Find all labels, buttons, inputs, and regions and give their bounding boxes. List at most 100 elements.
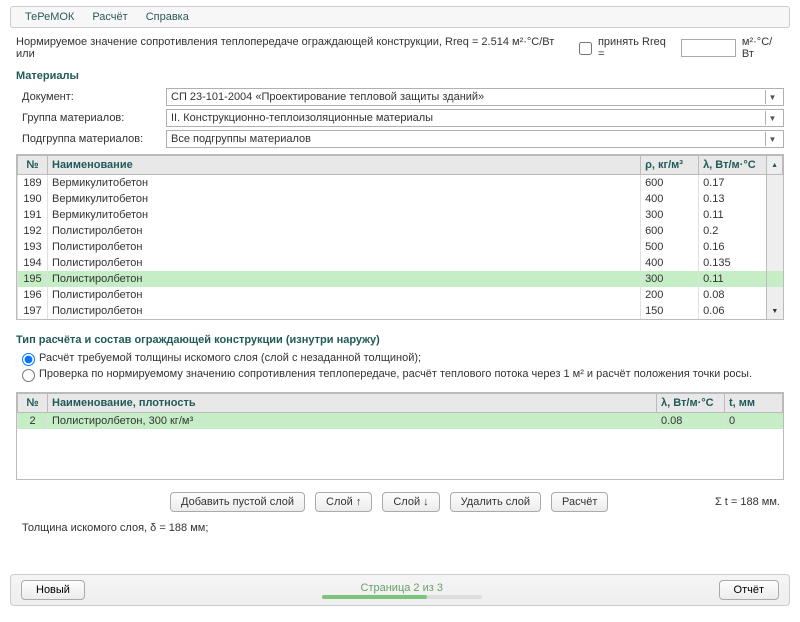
cell-num: 190 [18, 191, 48, 207]
cell-rho: 400 [641, 255, 699, 271]
rreq-line: Нормируемое значение сопротивления тепло… [16, 36, 784, 60]
table-row[interactable]: 194Полистиролбетон4000.135 [18, 255, 783, 271]
menubar: ТеРеМОК Расчёт Справка [10, 6, 790, 28]
layer-up-button[interactable]: Слой ↑ [315, 492, 372, 512]
table-row[interactable]: 191Вермикулитобетон3000.11 [18, 207, 783, 223]
delete-layer-button[interactable]: Удалить слой [450, 492, 541, 512]
layers-table: № Наименование, плотность λ, Вт/м·°С t, … [16, 392, 784, 480]
scrollbar-track[interactable] [767, 223, 783, 239]
cell-rho: 600 [641, 175, 699, 192]
cell-num: 194 [18, 255, 48, 271]
cell-name: Вермикулитобетон [48, 207, 641, 223]
footer-bar: Новый Страница 2 из 3 Отчёт [10, 574, 790, 606]
cell-name: Полистиролбетон, 300 кг/м³ [48, 413, 657, 430]
cell-lambda: 0.135 [699, 255, 767, 271]
document-select[interactable]: СП 23-101-2004 «Проектирование тепловой … [166, 88, 784, 106]
cell-num: 196 [18, 287, 48, 303]
menu-teremok[interactable]: ТеРеМОК [25, 11, 74, 23]
scroll-up-icon[interactable]: ▲ [767, 156, 783, 175]
th-name[interactable]: Наименование [48, 156, 641, 175]
scroll-down-icon[interactable]: ▼ [771, 308, 778, 315]
cell-num: 195 [18, 271, 48, 287]
page-progress [322, 595, 482, 599]
cell-rho: 300 [641, 207, 699, 223]
rreq-unit: м²·°С/Вт [742, 36, 784, 60]
th-lambda[interactable]: λ, Вт/м·°С [699, 156, 767, 175]
cell-lambda: 0.06 [699, 303, 767, 319]
report-button[interactable]: Отчёт [719, 580, 779, 600]
th2-t[interactable]: t, мм [725, 394, 783, 413]
layer-buttons-row: Добавить пустой слой Слой ↑ Слой ↓ Удали… [16, 492, 784, 512]
cell-num: 197 [18, 303, 48, 319]
scrollbar-track[interactable] [767, 239, 783, 255]
cell-rho: 500 [641, 239, 699, 255]
chevron-down-icon: ▼ [765, 132, 779, 146]
calc-section-title: Тип расчёта и состав ограждающей констру… [16, 334, 784, 346]
group-select-value: II. Конструкционно-теплоизоляционные мат… [171, 112, 433, 124]
cell-lambda: 0.08 [699, 287, 767, 303]
cell-lambda: 0.17 [699, 175, 767, 192]
radio-required-thickness[interactable]: Расчёт требуемой толщины искомого слоя (… [22, 352, 784, 366]
scrollbar-track[interactable]: ▼ [767, 303, 783, 319]
cell-num: 191 [18, 207, 48, 223]
cell-lambda: 0.2 [699, 223, 767, 239]
cell-rho: 600 [641, 223, 699, 239]
table-row[interactable]: 190Вермикулитобетон4000.13 [18, 191, 783, 207]
rreq-input[interactable] [681, 39, 736, 57]
cell-lambda: 0.11 [699, 271, 767, 287]
scrollbar-track[interactable] [767, 191, 783, 207]
cell-rho: 300 [641, 271, 699, 287]
table-row[interactable]: 197Полистиролбетон1500.06▼ [18, 303, 783, 319]
table-row[interactable]: 192Полистиролбетон6000.2 [18, 223, 783, 239]
table-row[interactable]: 195Полистиролбетон3000.11 [18, 271, 783, 287]
cell-name: Полистиролбетон [48, 223, 641, 239]
th2-num[interactable]: № [18, 394, 48, 413]
chevron-down-icon: ▼ [765, 90, 779, 104]
sigma-total: Σ t = 188 мм. [715, 496, 780, 508]
radio-required-thickness-input[interactable] [22, 353, 35, 366]
rreq-checkbox[interactable] [579, 42, 592, 55]
th-num[interactable]: № [18, 156, 48, 175]
cell-num: 192 [18, 223, 48, 239]
group-select[interactable]: II. Конструкционно-теплоизоляционные мат… [166, 109, 784, 127]
calc-button[interactable]: Расчёт [551, 492, 608, 512]
scrollbar-track[interactable] [767, 287, 783, 303]
menu-calc[interactable]: Расчёт [92, 11, 127, 23]
materials-table: № Наименование ρ, кг/м³ λ, Вт/м·°С ▲ 189… [16, 154, 784, 320]
th-rho[interactable]: ρ, кг/м³ [641, 156, 699, 175]
cell-num: 193 [18, 239, 48, 255]
cell-name: Полистиролбетон [48, 255, 641, 271]
cell-lambda: 0.08 [657, 413, 725, 430]
th2-lambda[interactable]: λ, Вт/м·°С [657, 394, 725, 413]
page-text: Страница 2 из 3 [361, 582, 443, 594]
cell-lambda: 0.13 [699, 191, 767, 207]
cell-rho: 200 [641, 287, 699, 303]
th2-name[interactable]: Наименование, плотность [48, 394, 657, 413]
scrollbar-track[interactable] [767, 255, 783, 271]
rreq-text: Нормируемое значение сопротивления тепло… [16, 36, 573, 60]
cell-lambda: 0.11 [699, 207, 767, 223]
menu-help[interactable]: Справка [146, 11, 189, 23]
layer-down-button[interactable]: Слой ↓ [382, 492, 439, 512]
table-row[interactable]: 2Полистиролбетон, 300 кг/м³0.080 [18, 413, 783, 430]
chevron-down-icon: ▼ [765, 111, 779, 125]
radio-check-norm[interactable]: Проверка по нормируемому значению сопрот… [22, 368, 784, 382]
radio1-label: Расчёт требуемой толщины искомого слоя (… [39, 352, 421, 364]
cell-name: Вермикулитобетон [48, 175, 641, 192]
label-group: Группа материалов: [16, 112, 166, 124]
cell-t: 0 [725, 413, 783, 430]
add-layer-button[interactable]: Добавить пустой слой [170, 492, 305, 512]
cell-num: 189 [18, 175, 48, 192]
scrollbar-track[interactable] [767, 271, 783, 287]
page-indicator: Страница 2 из 3 [85, 582, 719, 599]
table-row[interactable]: 193Полистиролбетон5000.16 [18, 239, 783, 255]
table-row[interactable]: 189Вермикулитобетон6000.17 [18, 175, 783, 192]
document-select-value: СП 23-101-2004 «Проектирование тепловой … [171, 91, 484, 103]
subgroup-select[interactable]: Все подгруппы материалов ▼ [166, 130, 784, 148]
cell-num: 2 [18, 413, 48, 430]
scrollbar-track[interactable] [767, 207, 783, 223]
scrollbar-track[interactable] [767, 175, 783, 192]
radio-check-norm-input[interactable] [22, 369, 35, 382]
new-button[interactable]: Новый [21, 580, 85, 600]
table-row[interactable]: 196Полистиролбетон2000.08 [18, 287, 783, 303]
